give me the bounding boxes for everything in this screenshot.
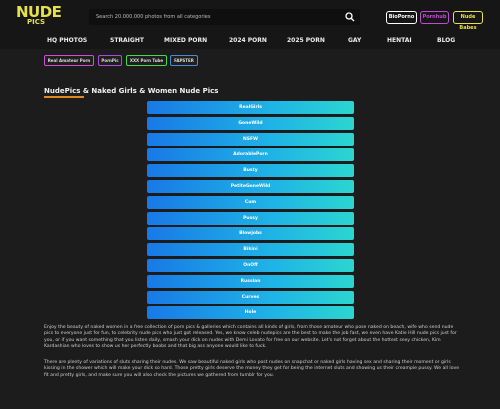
category-link-nsfw[interactable]: NSFW — [147, 132, 354, 146]
tag-xxx-porn-tube[interactable]: XXX Porn Tube — [126, 55, 167, 66]
section-title: NudePics & Naked Girls & Women Nude Pics — [44, 87, 219, 95]
category-link-adorableporn[interactable]: AdorablePorn — [147, 148, 354, 162]
category-link-bikini[interactable]: Bikini — [147, 243, 354, 257]
logo-bottom-text: PICS — [27, 18, 46, 26]
category-link-russian[interactable]: Russian — [147, 274, 354, 288]
category-link-cum[interactable]: Cum — [147, 195, 354, 209]
category-link-busty[interactable]: Busty — [147, 164, 354, 178]
nav-item-2025-porn[interactable]: 2025 PORN — [287, 37, 325, 44]
category-link-blowjobs[interactable]: Blowjobs — [147, 227, 354, 241]
nav-item-hq-photos[interactable]: HQ PHOTOS — [47, 37, 87, 44]
category-link-pussy[interactable]: Pussy — [147, 211, 354, 225]
intro-paragraph-2: There are plenty of variations of sluts … — [44, 360, 460, 378]
category-link-curves[interactable]: Curves — [147, 290, 354, 304]
nav-item-gay[interactable]: GAY — [348, 37, 361, 44]
category-link-realgirls[interactable]: RealGirls — [147, 101, 354, 114]
header: NUDE PICS BioPorno Pornhub Nude Babes — [0, 0, 500, 33]
nav-item-blog[interactable]: BLOG — [437, 37, 455, 44]
nav-item-hentai[interactable]: HENTAI — [387, 37, 412, 44]
tag-fapster[interactable]: FAPSTER — [170, 55, 198, 66]
nude-babes-button[interactable]: Nude Babes — [453, 11, 483, 31]
nav-item-mixed-porn[interactable]: MIXED PORN — [164, 37, 207, 44]
category-link-onoff[interactable]: OnOff — [147, 258, 354, 272]
nav-item-2024-porn[interactable]: 2024 PORN — [229, 37, 267, 44]
pornhub-button[interactable]: Pornhub — [420, 11, 449, 24]
search-bar — [89, 9, 360, 25]
tag-pornpic[interactable]: PornPic — [98, 55, 122, 66]
main-nav: HQ PHOTOS STRAIGHT MIXED PORN 2024 PORN … — [0, 33, 500, 49]
nav-item-straight[interactable]: STRAIGHT — [110, 37, 144, 44]
category-link-hole[interactable]: Hole — [147, 306, 354, 320]
tag-real-amateur-porn[interactable]: Real Amateur Porn — [44, 55, 94, 66]
site-logo[interactable]: NUDE PICS — [16, 4, 62, 30]
search-icon[interactable] — [345, 12, 355, 22]
category-link-petitegonewild[interactable]: PetiteGoneWild — [147, 179, 354, 193]
bioporno-button[interactable]: BioPorno — [386, 11, 417, 24]
intro-paragraph-1: Enjoy the beauty of naked women in a fre… — [44, 325, 457, 350]
title-underline — [44, 96, 84, 98]
category-links: RealGirls GoneWild NSFW AdorablePorn Bus… — [147, 101, 354, 322]
category-link-gonewild[interactable]: GoneWild — [147, 116, 354, 130]
search-input[interactable] — [89, 9, 339, 25]
